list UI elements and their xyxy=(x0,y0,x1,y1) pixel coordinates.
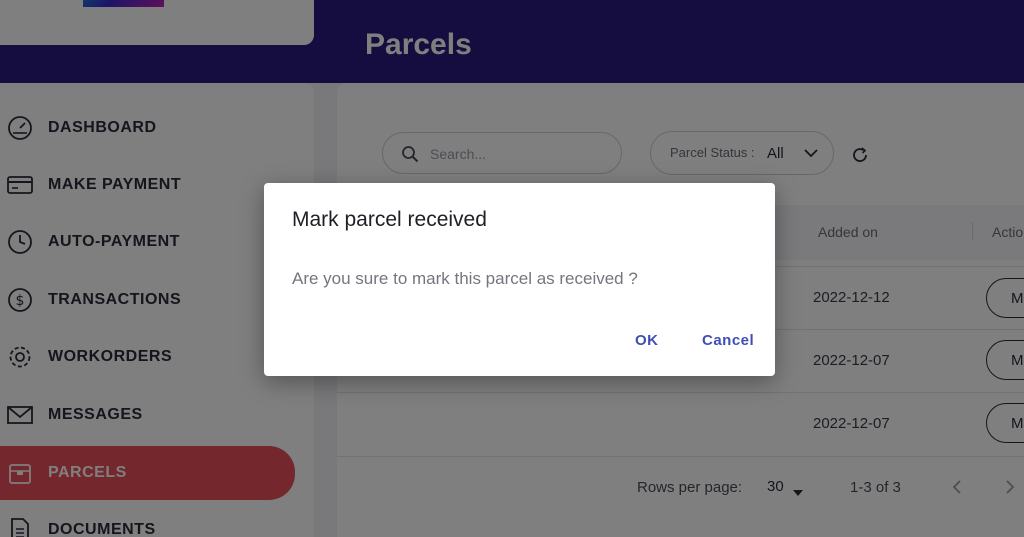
dialog-message: Are you sure to mark this parcel as rece… xyxy=(292,269,638,288)
ok-button[interactable]: OK xyxy=(635,332,659,349)
dialog-title: Mark parcel received xyxy=(292,208,487,231)
cancel-button[interactable]: Cancel xyxy=(702,332,754,349)
confirm-dialog: Mark parcel received Are you sure to mar… xyxy=(264,183,775,376)
